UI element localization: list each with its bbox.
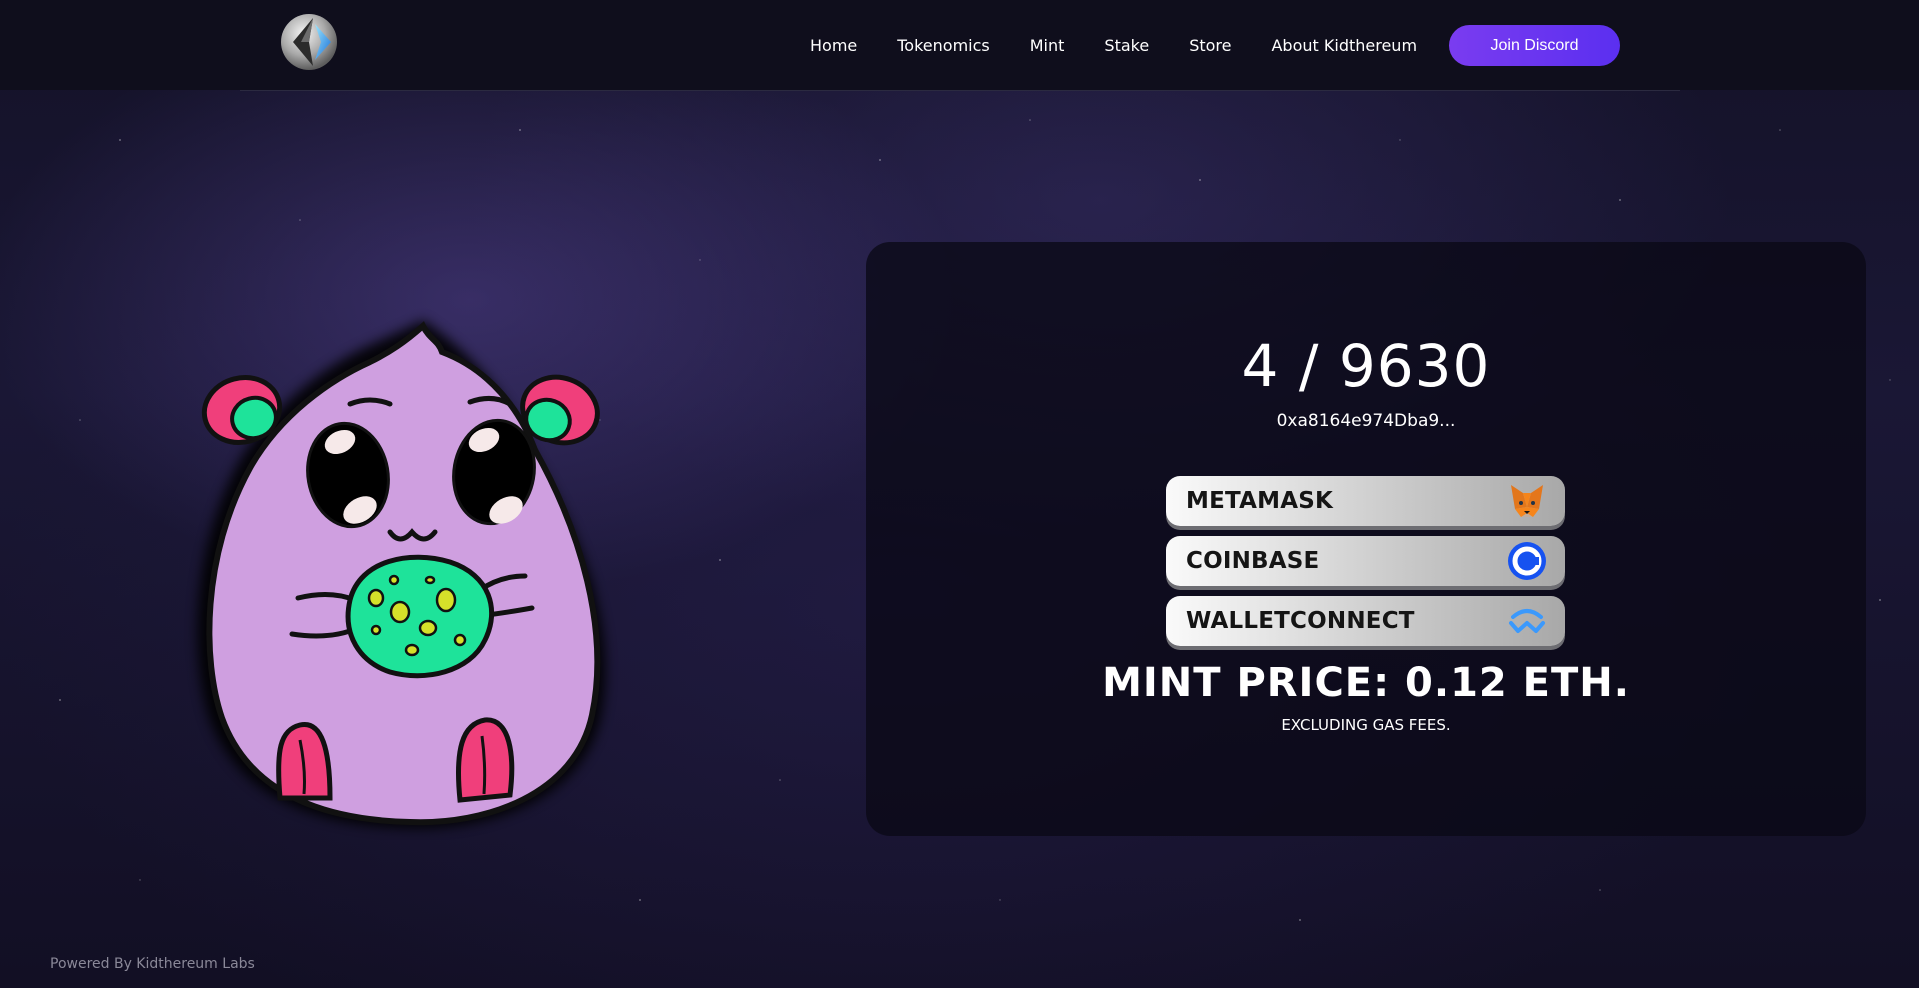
walletconnect-wallet-button[interactable]: WALLETCONNECT	[1166, 596, 1565, 646]
kidthereum-logo-icon[interactable]	[279, 12, 339, 72]
header-divider	[240, 90, 1680, 91]
metamask-wallet-button[interactable]: METAMASK	[1166, 476, 1565, 526]
wallet-button-label: METAMASK	[1186, 488, 1333, 514]
main-nav: Home Tokenomics Mint Stake Store About K…	[810, 25, 1457, 65]
connected-wallet-address: 0xa8164e974Dba9...	[1276, 411, 1456, 431]
nav-mint[interactable]: Mint	[1030, 36, 1065, 55]
nav-about-kidthereum[interactable]: About Kidthereum	[1271, 36, 1417, 55]
kidthereum-character-illustration	[197, 320, 606, 829]
join-discord-button[interactable]: Join Discord	[1449, 25, 1620, 66]
nav-store[interactable]: Store	[1189, 36, 1231, 55]
nav-home[interactable]: Home	[810, 36, 857, 55]
powered-by-footer: Powered By Kidthereum Labs	[50, 956, 255, 972]
coinbase-icon	[1508, 542, 1546, 580]
metamask-fox-icon	[1511, 485, 1543, 517]
mint-price-label: MINT PRICE: 0.12 ETH.	[1102, 660, 1630, 706]
coinbase-wallet-button[interactable]: COINBASE	[1166, 536, 1565, 586]
minted-supply-counter: 4 / 9630	[1241, 332, 1491, 400]
walletconnect-icon	[1509, 609, 1545, 633]
nav-tokenomics[interactable]: Tokenomics	[897, 36, 989, 55]
gas-fees-note: EXCLUDING GAS FEES.	[1281, 716, 1451, 734]
nav-stake[interactable]: Stake	[1104, 36, 1149, 55]
wallet-button-label: WALLETCONNECT	[1186, 608, 1415, 634]
top-navbar: Home Tokenomics Mint Stake Store About K…	[0, 0, 1919, 90]
wallet-button-label: COINBASE	[1186, 548, 1320, 574]
